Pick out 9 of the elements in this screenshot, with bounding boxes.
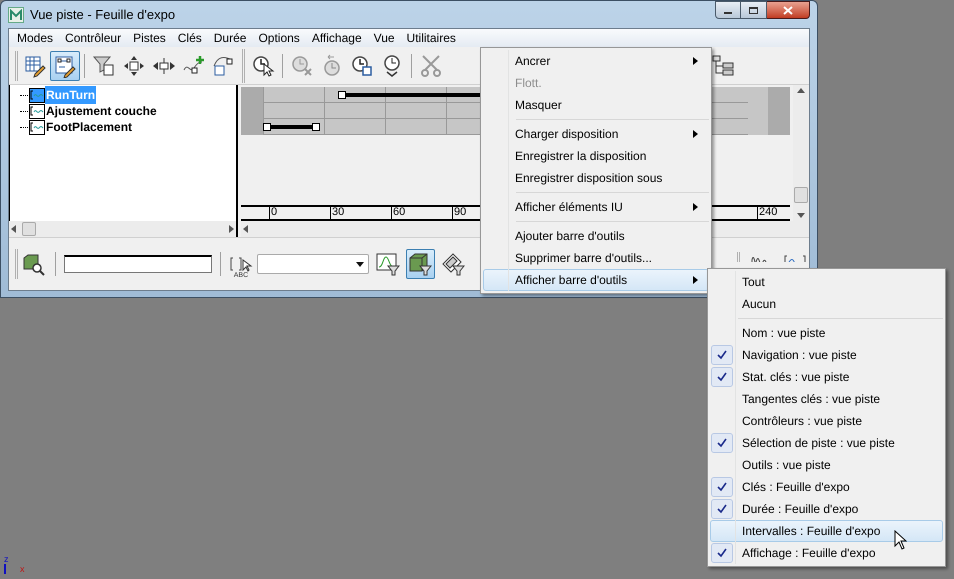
ruler-label: 90 — [454, 206, 466, 218]
ruler-label: 60 — [393, 206, 406, 218]
axis-label: x — [20, 564, 24, 574]
ruler-label: 0 — [271, 206, 278, 218]
window-title: Vue piste - Feuille d'expo — [30, 6, 176, 24]
axis-label: z — [4, 554, 10, 564]
ruler-label: 240 — [759, 206, 778, 218]
ruler-label: 30 — [332, 206, 344, 218]
menu-item: Flott. — [483, 72, 709, 94]
